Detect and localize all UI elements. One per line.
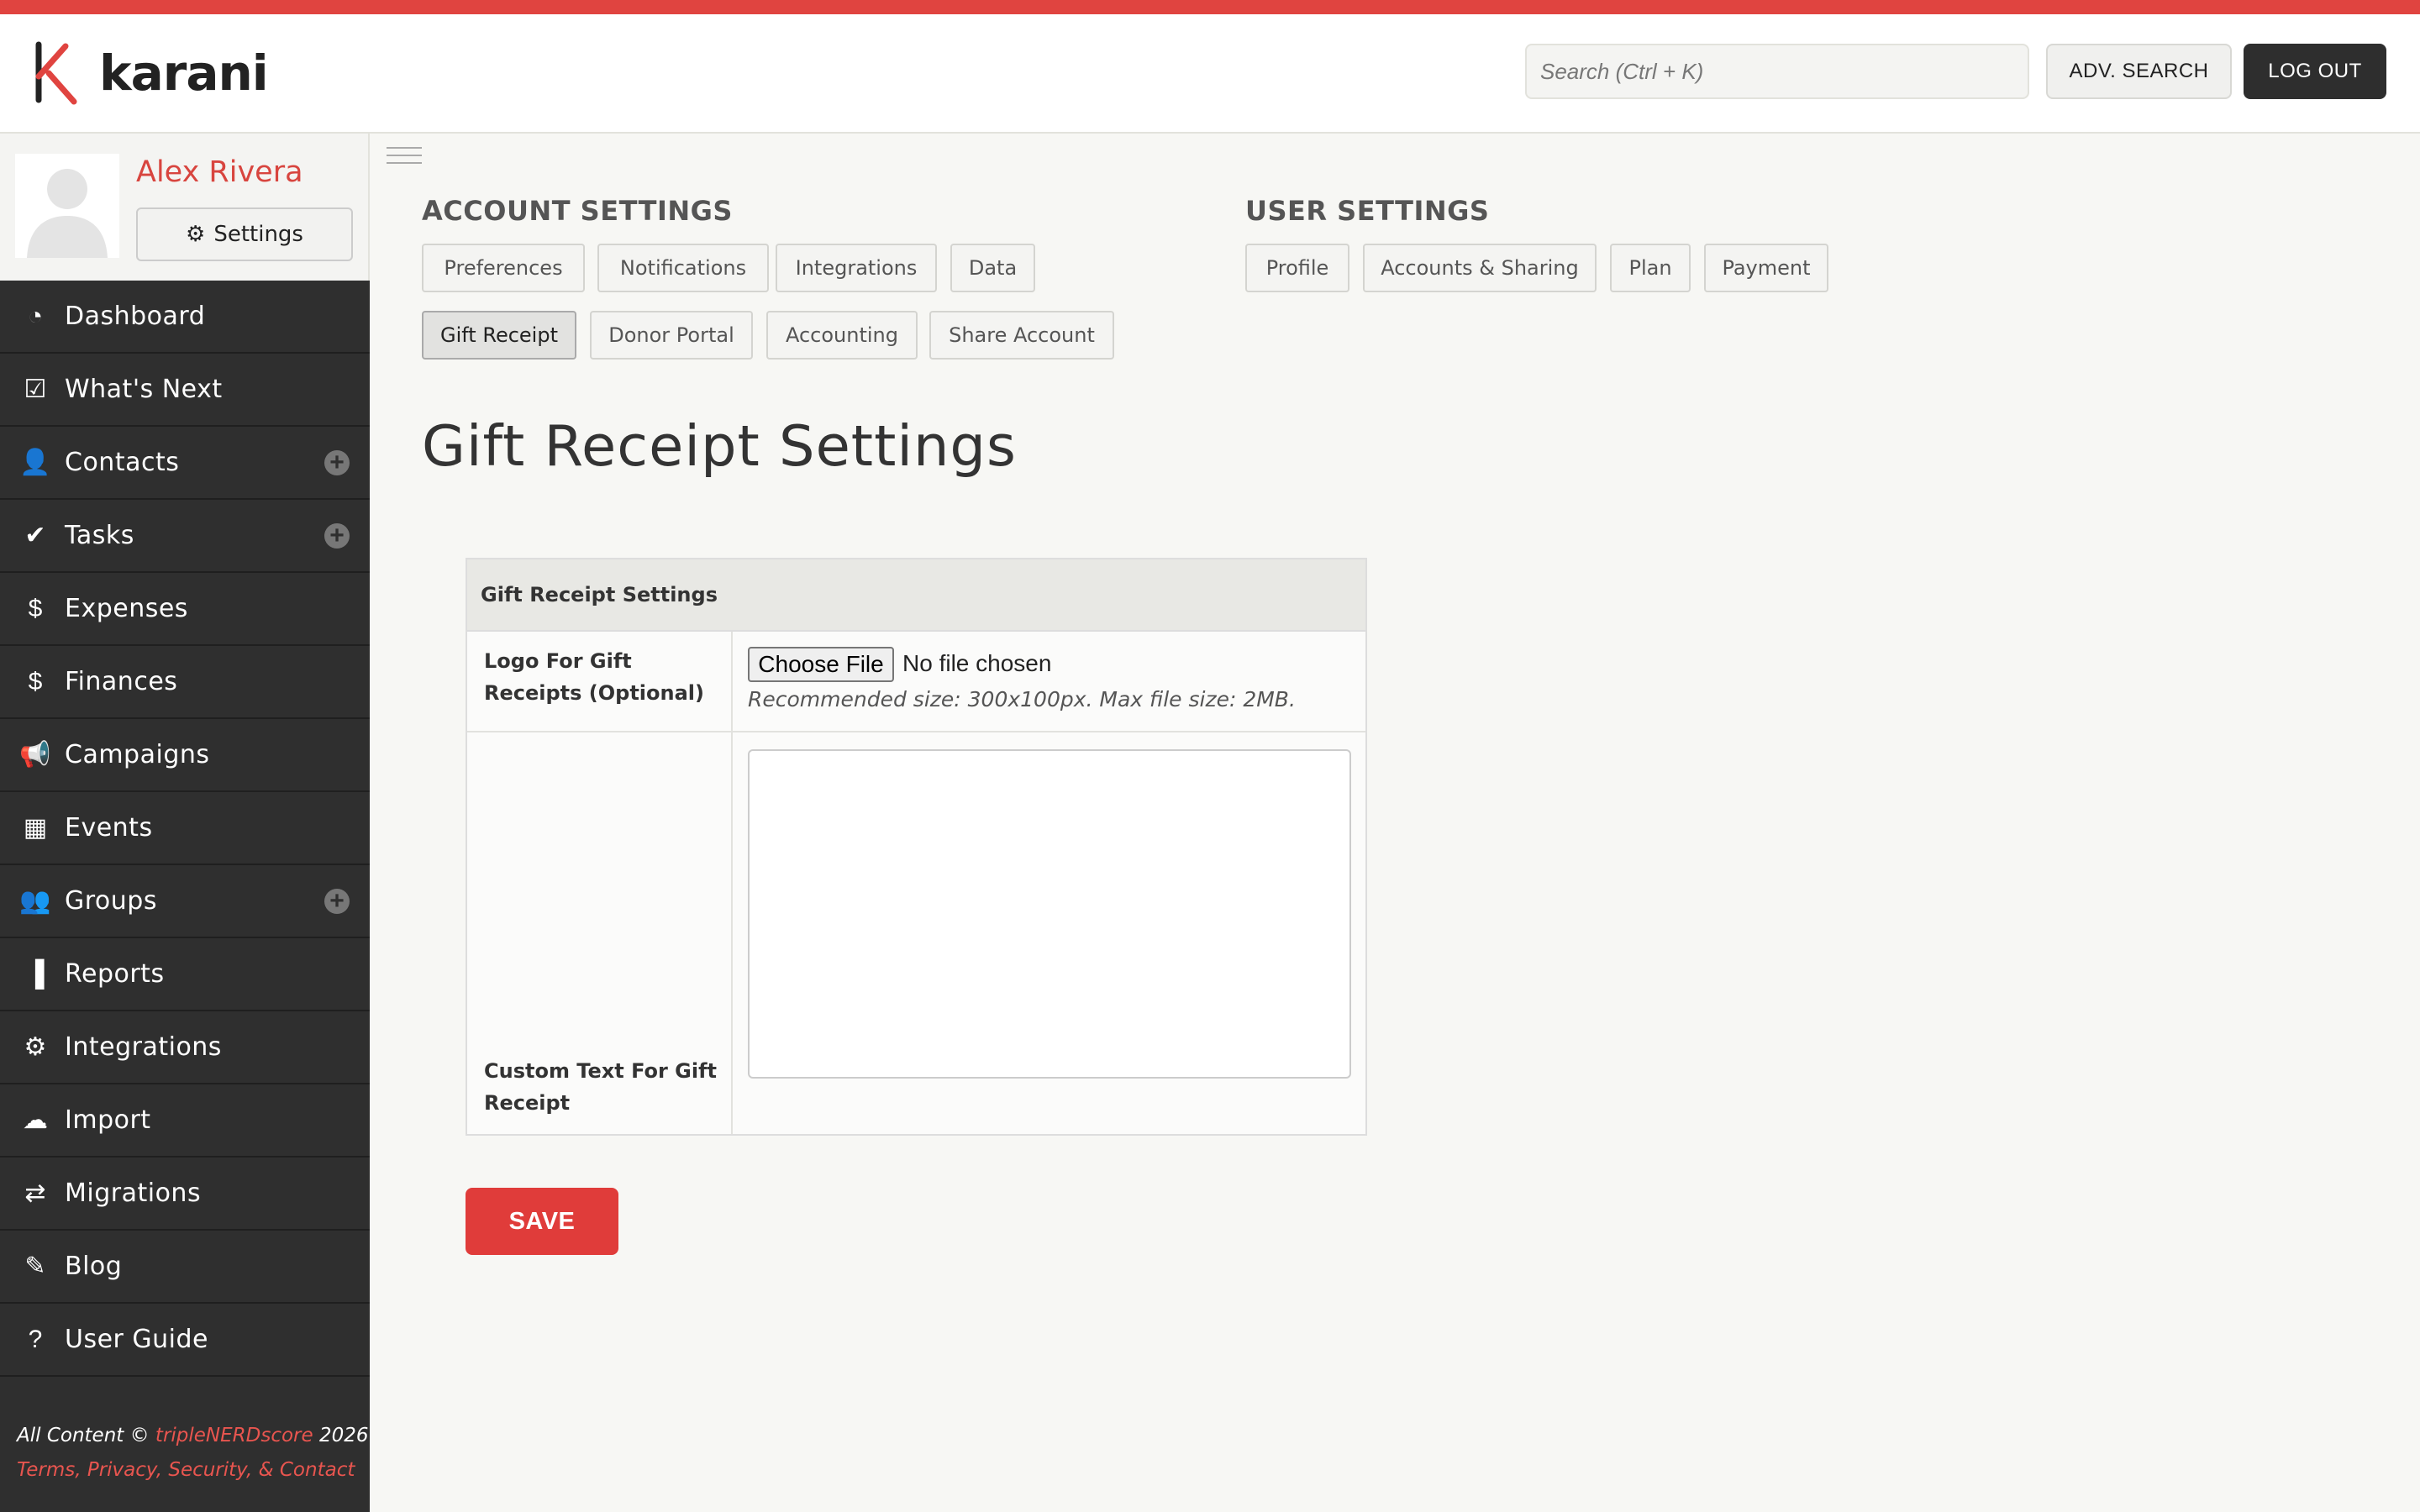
users-icon: 👥 [19,887,51,915]
sidebar-footer: All Content © tripleNERDscore 2026 Terms… [17,1419,369,1488]
sidebar-item-import[interactable]: ☁ Import [0,1084,370,1158]
question-icon: ? [28,1325,43,1353]
user-icon: 👤 [19,449,51,476]
header: karani ADV. SEARCH LOG OUT [0,14,2420,134]
company-link[interactable]: tripleNERDscore [155,1425,313,1446]
tab-profile[interactable]: Profile [1245,244,1349,292]
dollar-icon: $ [28,594,43,622]
sidebar-item-label: Campaigns [65,740,210,769]
tab-accounting[interactable]: Accounting [766,311,918,360]
sidebar-item-migrations[interactable]: ⇄ Migrations [0,1158,370,1231]
gear-icon: ⚙ [24,1033,47,1061]
user-settings-title: USER SETTINGS [1245,195,1490,227]
sidebar-item-reports[interactable]: ▐ Reports [0,938,370,1011]
settings-button[interactable]: ⚙ Settings [136,207,353,261]
sidebar-item-label: Groups [65,886,157,916]
sidebar-item-label: Dashboard [65,302,206,331]
cloud-upload-icon: ☁ [23,1106,48,1134]
top-accent-bar [0,0,2420,14]
tab-preferences[interactable]: Preferences [422,244,585,292]
gift-receipt-settings-card: Gift Receipt Settings Logo For Gift Rece… [466,558,1367,1136]
settings-label: Settings [213,222,303,247]
tab-payment[interactable]: Payment [1704,244,1828,292]
logo-field-label: Logo For Gift Receipts (Optional) [484,649,704,705]
page-title: Gift Receipt Settings [422,413,1017,479]
avatar[interactable] [15,154,119,258]
add-task-icon[interactable]: + [324,523,350,549]
avatar-placeholder-icon [15,154,119,258]
tab-gift-receipt[interactable]: Gift Receipt [422,311,576,360]
sidebar-item-label: Import [65,1105,151,1135]
tab-accounts-sharing[interactable]: Accounts & Sharing [1363,244,1597,292]
sidebar-item-contacts[interactable]: 👤 Contacts + [0,427,370,500]
sidebar-nav: ◔ Dashboard ☑ What's Next 👤 Contacts + ✔… [0,281,370,1377]
tab-donor-portal[interactable]: Donor Portal [590,311,753,360]
sidebar-item-tasks[interactable]: ✔ Tasks + [0,500,370,573]
profile-box: Alex Rivera ⚙ Settings [0,134,370,281]
tab-integrations[interactable]: Integrations [776,244,937,292]
pencil-icon: ✎ [24,1252,46,1280]
menu-toggle-icon[interactable] [387,147,422,167]
terms-link[interactable]: Terms, Privacy, Security, & Contact [17,1453,369,1488]
bar-chart-icon: ▐ [26,959,45,988]
karani-logo-icon [35,41,77,105]
sidebar-item-label: Contacts [65,448,180,477]
custom-text-field[interactable] [748,749,1351,1079]
add-contact-icon[interactable]: + [324,450,350,475]
megaphone-icon: 📢 [19,741,51,769]
logout-button[interactable]: LOG OUT [2244,44,2386,99]
sidebar-item-campaigns[interactable]: 📢 Campaigns [0,719,370,792]
calendar-icon: ▦ [23,814,48,842]
tab-share-account[interactable]: Share Account [929,311,1114,360]
sidebar-item-label: User Guide [65,1325,209,1354]
copyright-prefix: All Content © [17,1425,155,1446]
sidebar-item-label: Blog [65,1252,123,1281]
tab-plan[interactable]: Plan [1610,244,1691,292]
dashboard-icon: ◔ [27,302,44,330]
sidebar-item-label: Events [65,813,153,843]
check-icon: ✔ [24,522,46,549]
card-header: Gift Receipt Settings [467,559,1365,632]
adv-search-button[interactable]: ADV. SEARCH [2046,44,2232,99]
row-divider [467,731,1365,732]
sidebar-item-label: Expenses [65,594,188,623]
tab-data[interactable]: Data [950,244,1035,292]
sidebar-item-expenses[interactable]: $ Expenses [0,573,370,646]
sidebar-item-user-guide[interactable]: ? User Guide [0,1304,370,1377]
sidebar-item-label: Integrations [65,1032,222,1062]
add-group-icon[interactable]: + [324,889,350,914]
column-divider [731,632,733,1134]
tab-notifications[interactable]: Notifications [597,244,769,292]
custom-text-label: Custom Text For Gift Receipt [484,1059,718,1115]
sidebar-item-events[interactable]: ▦ Events [0,792,370,865]
file-size-hint: Recommended size: 300x100px. Max file si… [748,687,1296,711]
sidebar-item-label: Migrations [65,1179,202,1208]
sidebar-item-finances[interactable]: $ Finances [0,646,370,719]
check-square-icon: ☑ [24,375,47,403]
brand-logo[interactable]: karani [27,39,269,107]
gear-icon: ⚙ [186,222,206,247]
choose-file-button[interactable]: Choose File [748,647,894,682]
swap-icon: ⇄ [24,1179,46,1207]
search-input[interactable] [1525,44,2029,99]
sidebar-item-label: Tasks [65,521,134,550]
file-status: No file chosen [902,650,1052,676]
copyright-line: All Content © tripleNERDscore 2026 [17,1419,369,1453]
sidebar: Alex Rivera ⚙ Settings ◔ Dashboard ☑ Wha… [0,134,370,1512]
sidebar-item-blog[interactable]: ✎ Blog [0,1231,370,1304]
brand-name: karani [99,45,269,102]
sidebar-item-label: Finances [65,667,178,696]
save-button[interactable]: SAVE [466,1188,618,1255]
sidebar-item-whats-next[interactable]: ☑ What's Next [0,354,370,427]
sidebar-item-dashboard[interactable]: ◔ Dashboard [0,281,370,354]
sidebar-item-groups[interactable]: 👥 Groups + [0,865,370,938]
user-name[interactable]: Alex Rivera [136,155,303,189]
dollar-icon: $ [28,667,43,696]
sidebar-item-label: Reports [65,959,165,989]
copyright-year: 2026 [313,1425,369,1446]
sidebar-item-label: What's Next [65,375,223,404]
sidebar-item-integrations[interactable]: ⚙ Integrations [0,1011,370,1084]
account-settings-title: ACCOUNT SETTINGS [422,195,733,227]
